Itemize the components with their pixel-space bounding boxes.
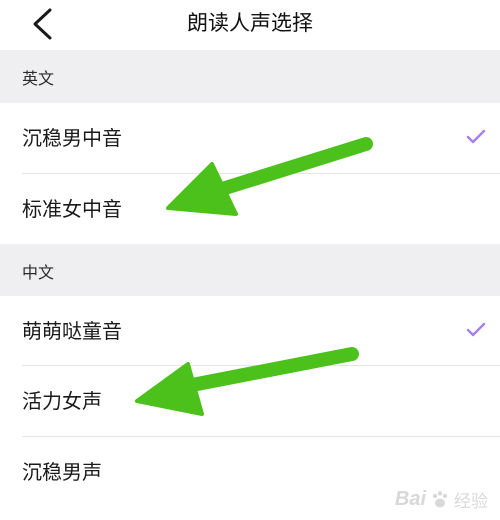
watermark: Bai 经验 — [395, 487, 488, 512]
voice-option-label: 沉稳男声 — [22, 460, 102, 484]
voice-option-label: 萌萌哒童音 — [22, 319, 122, 343]
checkmark-icon — [466, 322, 486, 337]
voice-option-row[interactable]: 标准女中音 — [0, 174, 500, 244]
nav-bar: 朗读人声选择 — [0, 0, 500, 50]
voice-option-label: 标准女中音 — [22, 197, 122, 221]
voice-option-label: 沉稳男中音 — [22, 126, 122, 150]
voice-option-row[interactable]: 沉稳男中音 — [0, 103, 500, 173]
paw-icon — [432, 490, 448, 507]
section-label: 英文 — [22, 69, 55, 88]
watermark-text: 经验 — [454, 492, 488, 512]
voice-option-label: 活力女声 — [22, 389, 102, 413]
checkmark-icon — [466, 129, 486, 144]
section-header-chinese: 中文 — [0, 244, 500, 296]
section-label: 中文 — [22, 263, 55, 282]
voice-option-row[interactable]: 活力女声 — [0, 366, 500, 436]
page-title: 朗读人声选择 — [187, 11, 313, 35]
watermark-logo: Bai — [394, 488, 426, 510]
section-header-english: 英文 — [0, 50, 500, 103]
voice-option-row[interactable]: 萌萌哒童音 — [0, 296, 500, 366]
